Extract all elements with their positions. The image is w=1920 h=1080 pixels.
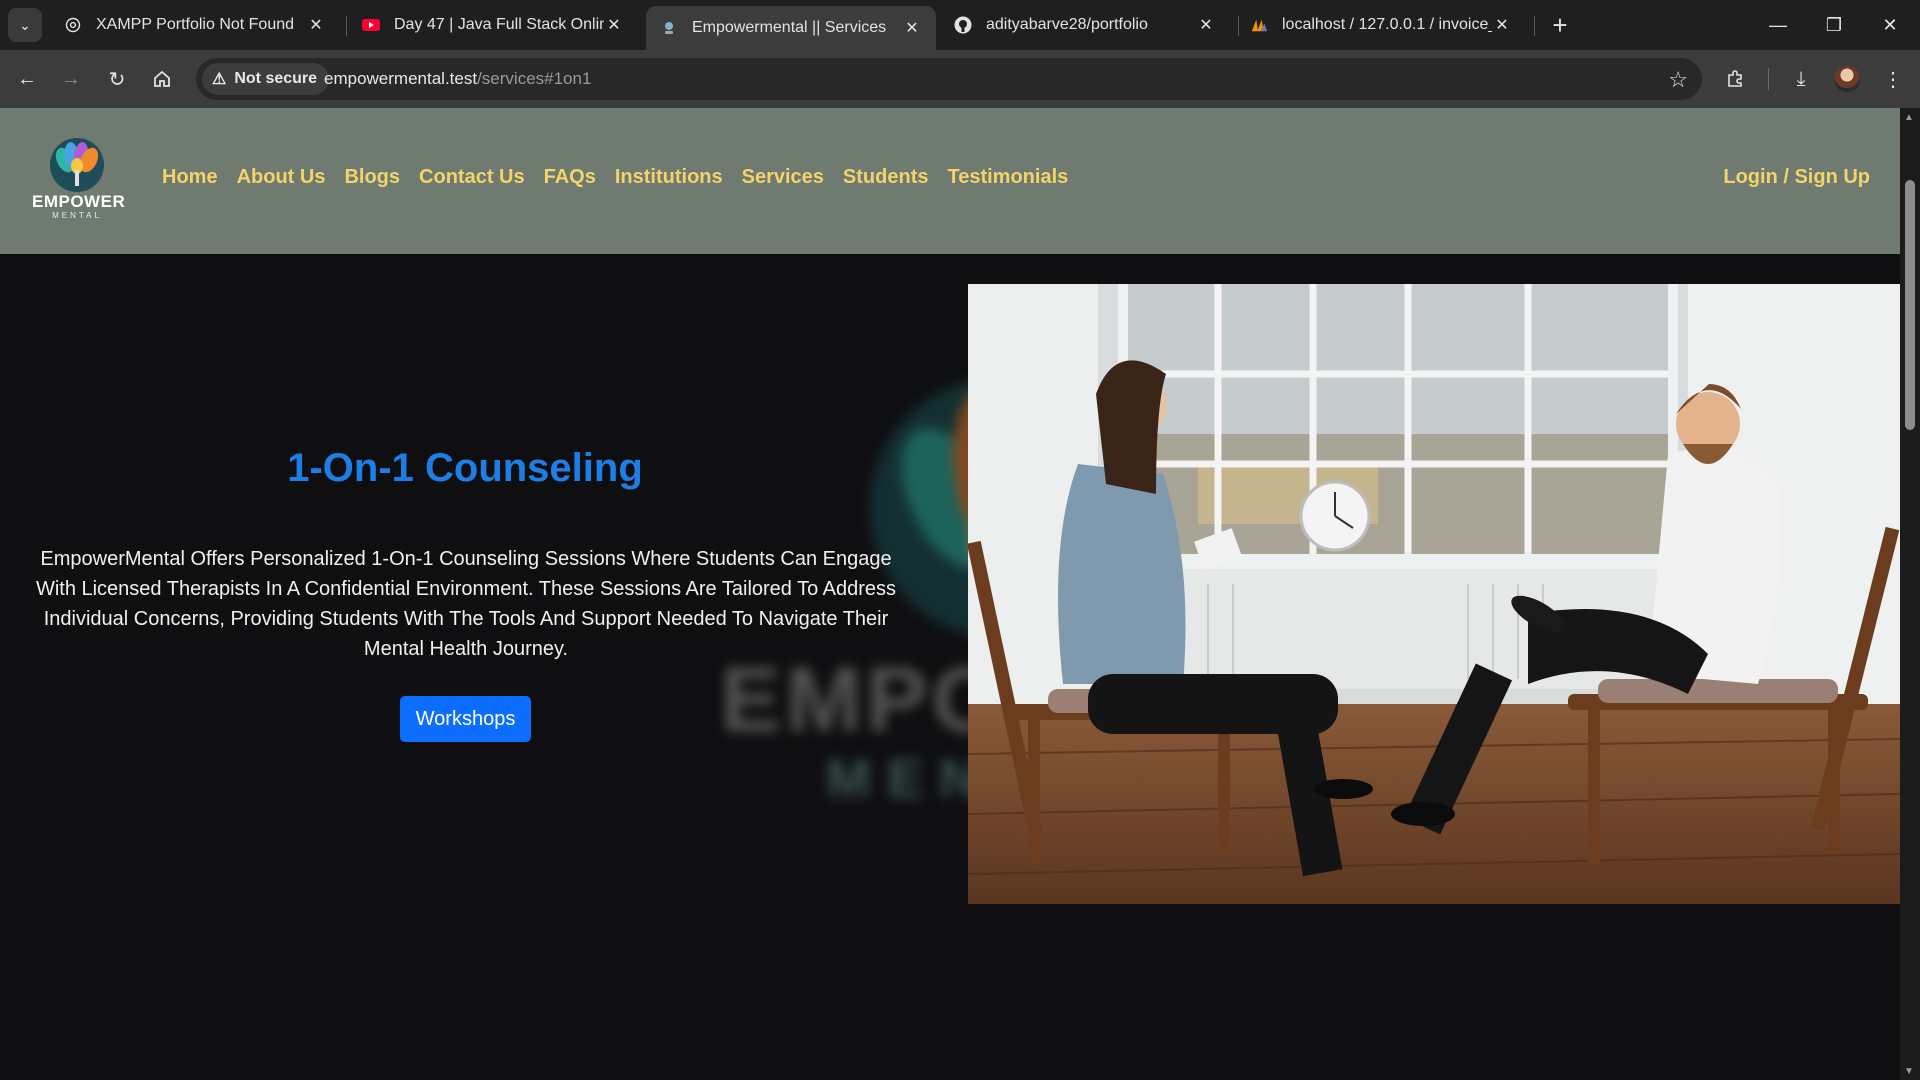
youtube-icon [362, 16, 380, 34]
counseling-photo [968, 284, 1900, 904]
toolbar-divider [1768, 68, 1769, 90]
tab-search-button[interactable]: ⌄ [8, 8, 42, 42]
close-icon[interactable]: ✕ [1196, 15, 1216, 35]
window-close-button[interactable]: ✕ [1862, 0, 1918, 50]
arrow-left-icon: ← [17, 67, 37, 90]
phpmyadmin-icon [1250, 16, 1268, 34]
close-icon: ✕ [1882, 14, 1898, 35]
avatar[interactable] [1834, 66, 1860, 92]
tab-youtube[interactable]: Day 47 | Java Full Stack Online T ✕ [348, 6, 638, 44]
reload-button[interactable]: ↻ [100, 62, 134, 96]
url-path: /services#1on1 [477, 69, 592, 88]
brain-tree-logo-icon [50, 138, 104, 192]
nav-testimonials[interactable]: Testimonials [947, 166, 1068, 189]
warning-icon: ⚠ [212, 71, 227, 88]
back-button[interactable]: ← [10, 62, 44, 96]
scroll-up-arrow-icon[interactable]: ▲ [1904, 112, 1914, 123]
minimize-icon: — [1769, 14, 1787, 35]
browser-tab-strip: ⌄ XAMPP Portfolio Not Found ✕ Day 47 | J… [0, 0, 1920, 50]
new-tab-button[interactable]: + [1544, 10, 1576, 42]
url-text[interactable]: empowermental.test/services#1on1 [324, 69, 591, 89]
section-title: 1-On-1 Counseling [287, 446, 643, 490]
tab-empowermental[interactable]: Empowermental || Services ✕ [646, 6, 936, 50]
tab-github[interactable]: adityabarve28/portfolio ✕ [940, 6, 1230, 44]
tab-title: Empowermental || Services [692, 19, 887, 36]
site-navbar: EMPOWER MENTAL Home About Us Blogs Conta… [0, 108, 1900, 254]
close-icon[interactable]: ✕ [1492, 15, 1512, 35]
workshops-button[interactable]: Workshops [400, 696, 531, 742]
tab-separator [1534, 16, 1535, 36]
main-nav: Home About Us Blogs Contact Us FAQs Inst… [162, 166, 1068, 189]
close-icon[interactable]: ✕ [604, 15, 624, 35]
nav-home[interactable]: Home [162, 166, 218, 189]
minimize-button[interactable]: — [1750, 0, 1806, 50]
counseling-photo-illustration [968, 284, 1900, 904]
restore-icon: ❐ [1825, 14, 1843, 35]
nav-blogs[interactable]: Blogs [344, 166, 400, 189]
logo-text: EMPOWER [32, 192, 126, 211]
xampp-icon [64, 16, 82, 34]
section-description: EmpowerMental Offers Personalized 1-On-1… [35, 548, 897, 660]
plus-icon: + [1552, 10, 1568, 40]
nav-services[interactable]: Services [742, 166, 824, 189]
security-indicator[interactable]: ⚠ Not secure [202, 63, 330, 95]
tab-title: adityabarve28/portfolio [986, 16, 1148, 33]
chevron-down-icon: ⌄ [19, 16, 31, 33]
arrow-right-icon: → [61, 67, 81, 90]
tab-phpmyadmin[interactable]: localhost / 127.0.0.1 / invoice_n ✕ [1236, 6, 1526, 44]
bookmark-star-icon[interactable]: ☆ [1668, 67, 1688, 93]
puzzle-icon [1728, 70, 1742, 87]
logo-subtext: MENTAL [52, 211, 102, 220]
tab-xampp[interactable]: XAMPP Portfolio Not Found ✕ [50, 6, 340, 44]
address-bar[interactable]: ⚠ Not secure empowermental.test/services… [196, 58, 1702, 100]
downloads-button[interactable]: ⤓ [1784, 62, 1818, 96]
restore-button[interactable]: ❐ [1806, 0, 1862, 50]
menu-button[interactable]: ⋮ [1876, 62, 1910, 96]
nav-about-us[interactable]: About Us [237, 166, 326, 189]
login-signup-link[interactable]: Login / Sign Up [1723, 166, 1870, 189]
url-host: empowermental.test [324, 69, 478, 88]
browser-toolbar: ← → ↻ ⚠ Not secure empowermental.test/se… [0, 50, 1920, 108]
nav-students[interactable]: Students [843, 166, 929, 189]
github-icon [954, 16, 972, 34]
scroll-thumb[interactable] [1905, 180, 1915, 430]
nav-faqs[interactable]: FAQs [544, 166, 596, 189]
tab-separator [346, 16, 347, 36]
nav-institutions[interactable]: Institutions [615, 166, 723, 189]
more-vert-icon: ⋮ [1883, 68, 1903, 91]
close-icon[interactable]: ✕ [902, 18, 922, 38]
home-icon [154, 70, 170, 87]
forward-button[interactable]: → [54, 62, 88, 96]
download-icon: ⤓ [1796, 67, 1806, 90]
reload-icon: ↻ [108, 68, 126, 91]
security-label: Not secure [234, 70, 318, 87]
web-page: EMPOWER MENTAL Home About Us Blogs Conta… [0, 108, 1900, 1080]
tab-title: localhost / 127.0.0.1 / invoice_n [1282, 16, 1492, 33]
tab-title: XAMPP Portfolio Not Found [96, 16, 295, 33]
tab-title: Day 47 | Java Full Stack Online T [394, 16, 604, 33]
home-button[interactable] [145, 62, 179, 96]
scroll-down-arrow-icon[interactable]: ▼ [1904, 1066, 1914, 1077]
close-icon[interactable]: ✕ [306, 15, 326, 35]
extensions-button[interactable] [1718, 62, 1752, 96]
page-scrollbar[interactable]: ▲ ▼ [1900, 108, 1920, 1080]
nav-contact-us[interactable]: Contact Us [419, 166, 525, 189]
site-logo[interactable]: EMPOWER MENTAL [32, 136, 126, 220]
empowermental-icon [660, 19, 678, 37]
